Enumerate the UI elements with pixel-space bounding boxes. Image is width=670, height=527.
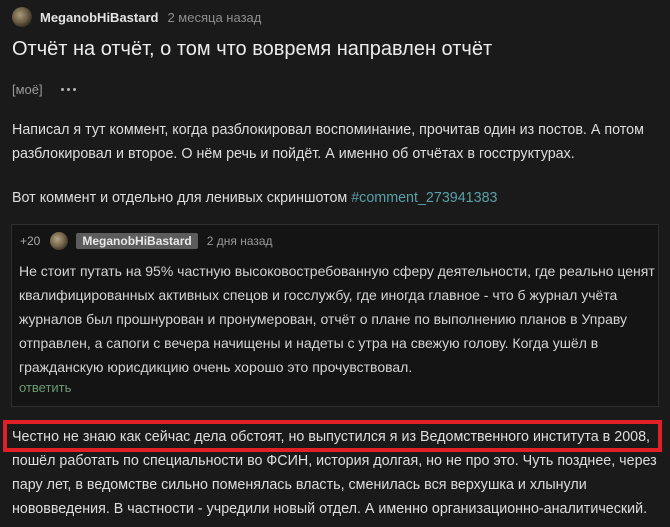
- paragraph-text: Вот коммент и отдельно для ленивых скрин…: [12, 190, 352, 206]
- paragraph-line: нововведения. В частности - учредили нов…: [12, 501, 648, 517]
- comment-line: квалифицированных активных спецов и госс…: [19, 287, 618, 303]
- post-title[interactable]: Отчёт на отчёт, о том что вовремя направ…: [12, 38, 492, 61]
- tag-moe[interactable]: [моё]: [12, 82, 43, 97]
- author-name[interactable]: MeganobHiBastard: [40, 10, 158, 25]
- comment-line: Не стоит путать на 95% частную высоковос…: [19, 263, 655, 279]
- post-time[interactable]: 2 месяца назад: [167, 10, 261, 25]
- post-header: MeganobHiBastard 2 месяца назад: [12, 6, 261, 28]
- paragraph-line: Написал я тут коммент, когда разблокиров…: [12, 122, 644, 138]
- reply-button[interactable]: ответить: [19, 380, 71, 395]
- post-paragraph-2: Вот коммент и отдельно для ленивых скрин…: [12, 186, 498, 210]
- quoted-comment: +20 MeganobHiBastard 2 дня назад Не стои…: [11, 224, 659, 407]
- comment-author-name[interactable]: MeganobHiBastard: [76, 233, 198, 249]
- comment-line: гражданскую юрисдикцию очень хорошо это …: [19, 359, 413, 375]
- comment-line: журналов был прошнурован и пронумерован,…: [19, 311, 628, 327]
- comment-line: отправлен, а сапоги с вечера начищены и …: [19, 335, 599, 351]
- comment-body: Не стоит путать на 95% частную высоковос…: [19, 259, 655, 379]
- comment-header: +20 MeganobHiBastard 2 дня назад: [20, 231, 273, 251]
- paragraph-line: пошёл работать по специальности во ФСИН,…: [12, 453, 657, 469]
- comment-link[interactable]: #comment_273941383: [351, 190, 497, 206]
- comment-time[interactable]: 2 дня назад: [207, 234, 273, 248]
- post-tags: [моё]: [12, 82, 76, 97]
- more-options-icon[interactable]: [60, 88, 76, 91]
- paragraph-line: разблокировал и второе. О нём речь и пой…: [12, 146, 575, 162]
- comment-author-avatar[interactable]: [50, 232, 69, 250]
- author-avatar[interactable]: [12, 7, 32, 27]
- post-paragraph-1: Написал я тут коммент, когда разблокиров…: [12, 118, 644, 166]
- paragraph-line: пару лет, в ведомстве сильно поменялась …: [12, 477, 587, 493]
- comment-rating: +20: [20, 234, 41, 248]
- highlight-box: [3, 420, 662, 452]
